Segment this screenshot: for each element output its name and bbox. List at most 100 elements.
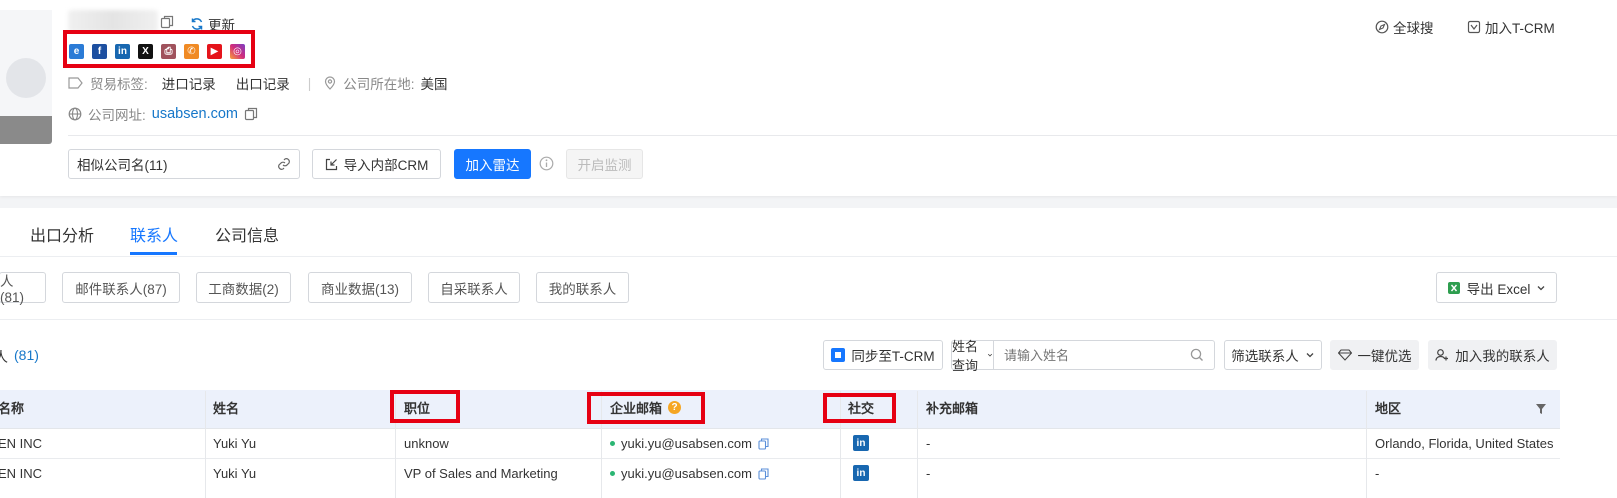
- linkedin-icon[interactable]: in: [853, 465, 869, 481]
- filter-email-contacts[interactable]: 邮件联系人(87): [62, 272, 180, 303]
- filter-self-collected[interactable]: 自采联系人: [428, 272, 520, 303]
- company-header-card: 更新 e f in X ⎙ ✆ ▶ ◎ 贸易标签: 进口记录 出口记录 | 公司…: [0, 0, 1617, 196]
- x-icon[interactable]: X: [138, 44, 153, 59]
- printer-icon[interactable]: ⎙: [161, 44, 176, 59]
- filter-business-registry[interactable]: 工商数据(2): [196, 272, 291, 303]
- table-cell-position: VP of Sales and Marketing: [404, 466, 558, 481]
- export-excel-label: 导出 Excel: [1466, 281, 1531, 297]
- copy-icon[interactable]: [160, 15, 174, 29]
- email-value[interactable]: yuki.yu@usabsen.com: [621, 466, 752, 481]
- copy-icon[interactable]: [244, 107, 258, 121]
- diamond-icon: [1337, 349, 1352, 361]
- filters-divider: [0, 319, 1617, 320]
- question-icon[interactable]: ?: [668, 401, 682, 414]
- copy-icon[interactable]: [758, 437, 769, 450]
- tag-icon: [68, 77, 83, 89]
- global-search-button[interactable]: 全球搜: [1375, 17, 1434, 37]
- search-icon[interactable]: [1190, 348, 1214, 362]
- instagram-icon[interactable]: ◎: [230, 44, 245, 59]
- start-monitor-button[interactable]: 开启监测: [566, 149, 643, 179]
- linkedin-icon[interactable]: in: [853, 435, 869, 451]
- location-label: 公司所在地:: [343, 77, 415, 92]
- filter-commercial-data[interactable]: 商业数据(13): [308, 272, 412, 303]
- copy-icon[interactable]: [758, 467, 769, 480]
- one-click-select-button[interactable]: 一键优选: [1330, 340, 1419, 370]
- sync-icon: [831, 348, 846, 362]
- trade-tags-label: 贸易标签:: [90, 77, 148, 92]
- location-pin-icon: [325, 76, 336, 90]
- contacts-count: 人 (81): [0, 347, 39, 367]
- trade-tag-export[interactable]: 出口记录: [236, 73, 290, 93]
- tab-contacts[interactable]: 联系人: [130, 222, 178, 246]
- import-icon: [325, 158, 337, 170]
- social-icons-row: e f in X ⎙ ✆ ▶ ◎: [69, 44, 245, 59]
- crm-icon: [1467, 20, 1481, 34]
- trade-tag-import[interactable]: 进口记录: [162, 73, 216, 93]
- table-cell-company: EN INC: [0, 436, 43, 451]
- separator: |: [307, 75, 312, 91]
- table-cell-region: -: [1375, 466, 1380, 481]
- phone-icon[interactable]: ✆: [184, 44, 199, 59]
- table-cell-name: Yuki Yu: [213, 436, 257, 451]
- website-link[interactable]: usabsen.com: [152, 106, 238, 122]
- contacts-count-value: (81): [14, 347, 39, 363]
- table-cell-extra-email: -: [926, 466, 931, 481]
- similar-companies-field[interactable]: 相似公司名(11): [68, 149, 300, 179]
- filter-my-contacts[interactable]: 我的联系人: [536, 272, 629, 303]
- tab-company-info[interactable]: 公司信息: [215, 222, 279, 246]
- sync-tcrm-button[interactable]: 同步至T-CRM: [823, 340, 943, 370]
- refresh-icon: [191, 18, 203, 30]
- excel-icon: [1447, 281, 1460, 294]
- import-crm-label: 导入内部CRM: [343, 158, 429, 173]
- add-tcrm-button[interactable]: 加入T-CRM: [1467, 17, 1555, 37]
- add-my-contacts-button[interactable]: 加入我的联系人: [1428, 340, 1557, 370]
- start-monitor-label: 开启监测: [577, 158, 632, 173]
- table-cell-region: Orlando, Florida, United States: [1375, 436, 1554, 451]
- column-header-region: 地区: [1375, 401, 1402, 416]
- chevron-down-icon: [1537, 285, 1545, 290]
- compass-icon: [1375, 20, 1389, 34]
- website-label: 公司网址:: [88, 108, 146, 123]
- table-cell-company: EN INC: [0, 466, 43, 481]
- filter-contacts-select[interactable]: 筛选联系人: [1224, 340, 1322, 370]
- import-crm-button[interactable]: 导入内部CRM: [312, 149, 441, 179]
- status-dot: [610, 471, 615, 476]
- email-value[interactable]: yuki.yu@usabsen.com: [621, 436, 752, 451]
- active-tab-indicator: [130, 252, 177, 255]
- link-icon[interactable]: [277, 157, 291, 171]
- update-button[interactable]: 更新: [190, 14, 235, 34]
- chevron-down-icon: [987, 353, 993, 357]
- row-divider: [0, 428, 1560, 429]
- filter-contacts-label: 筛选联系人: [1231, 349, 1299, 364]
- add-user-icon: [1435, 349, 1449, 361]
- trade-tags-row: 贸易标签: 进口记录 出口记录 | 公司所在地: 美国: [68, 73, 448, 93]
- column-header-email-label: 企业邮箱: [610, 401, 663, 416]
- global-search-label: 全球搜: [1393, 21, 1434, 36]
- tabs-divider: [0, 256, 1617, 257]
- youtube-icon[interactable]: ▶: [207, 44, 222, 59]
- linkedin-icon[interactable]: in: [115, 44, 130, 59]
- one-click-select-label: 一键优选: [1357, 349, 1412, 364]
- name-search-group: 姓名查询: [951, 339, 1215, 373]
- company-name-redacted: [68, 10, 158, 32]
- add-tcrm-label: 加入T-CRM: [1485, 21, 1555, 36]
- filter-icon[interactable]: [1535, 403, 1547, 415]
- ie-icon[interactable]: e: [69, 44, 84, 59]
- name-search-input[interactable]: [994, 342, 1190, 368]
- info-icon[interactable]: [539, 156, 554, 171]
- website-row: 公司网址: usabsen.com: [68, 104, 258, 124]
- divider: [68, 135, 1617, 136]
- tab-export-analysis[interactable]: 出口分析: [30, 222, 94, 246]
- add-radar-button[interactable]: 加入雷达: [454, 149, 531, 179]
- facebook-icon[interactable]: f: [92, 44, 107, 59]
- column-header-extra-email: 补充邮箱: [926, 401, 979, 416]
- add-my-contacts-label: 加入我的联系人: [1455, 349, 1550, 364]
- company-logo: [0, 10, 52, 144]
- table-cell-email: yuki.yu@usabsen.com: [610, 436, 769, 451]
- table-cell-email: yuki.yu@usabsen.com: [610, 466, 769, 481]
- row-divider: [0, 458, 1560, 459]
- filter-all-contacts[interactable]: 人(81): [0, 272, 46, 305]
- name-query-select[interactable]: 姓名查询: [952, 339, 994, 373]
- export-excel-button[interactable]: 导出 Excel: [1436, 272, 1557, 303]
- column-header-social: 社交: [848, 401, 875, 416]
